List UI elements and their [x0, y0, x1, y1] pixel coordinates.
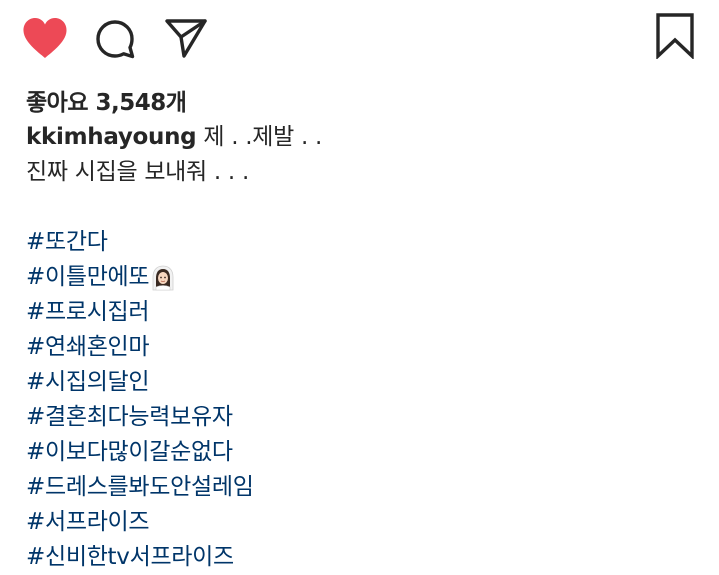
bookmark-icon[interactable] — [655, 13, 695, 59]
caption-text: 제 . .제발 . . — [196, 124, 323, 150]
caption-line-1: kkimhayoung 제 . .제발 . . — [26, 120, 706, 155]
hashtag-link[interactable]: #이보다많이갈순없다 — [26, 435, 706, 470]
hashtag-link[interactable]: #신비한tv서프라이즈 — [26, 540, 706, 575]
hashtag-link[interactable]: #또간다 — [26, 225, 706, 260]
bride-with-veil-emoji — [150, 265, 176, 291]
hashtag-link[interactable]: #결혼최다능력보유자 — [26, 400, 706, 435]
hashtag-link[interactable]: #프로시집러 — [26, 295, 706, 330]
hashtag-link[interactable]: #이틀만에또 — [26, 260, 706, 295]
paper-plane-icon[interactable] — [164, 17, 208, 59]
hashtag-link[interactable]: #드레스를봐도안설레임 — [26, 470, 706, 505]
heart-filled-icon[interactable] — [22, 17, 68, 59]
hashtag-link[interactable]: #연쇄혼인마 — [26, 330, 706, 365]
hashtag-link[interactable]: #서프라이즈 — [26, 505, 706, 540]
hashtag-link[interactable]: #시집의달인 — [26, 365, 706, 400]
speech-bubble-icon[interactable] — [95, 19, 137, 61]
like-count[interactable]: 좋아요 3,548개 — [26, 83, 187, 117]
username-link[interactable]: kkimhayoung — [26, 124, 197, 150]
post-action-bar — [0, 0, 719, 80]
caption-line-2: 진짜 시집을 보내줘 . . . — [26, 159, 249, 185]
post-caption: kkimhayoung 제 . .제발 . . 진짜 시집을 보내줘 . . .… — [26, 120, 706, 575]
